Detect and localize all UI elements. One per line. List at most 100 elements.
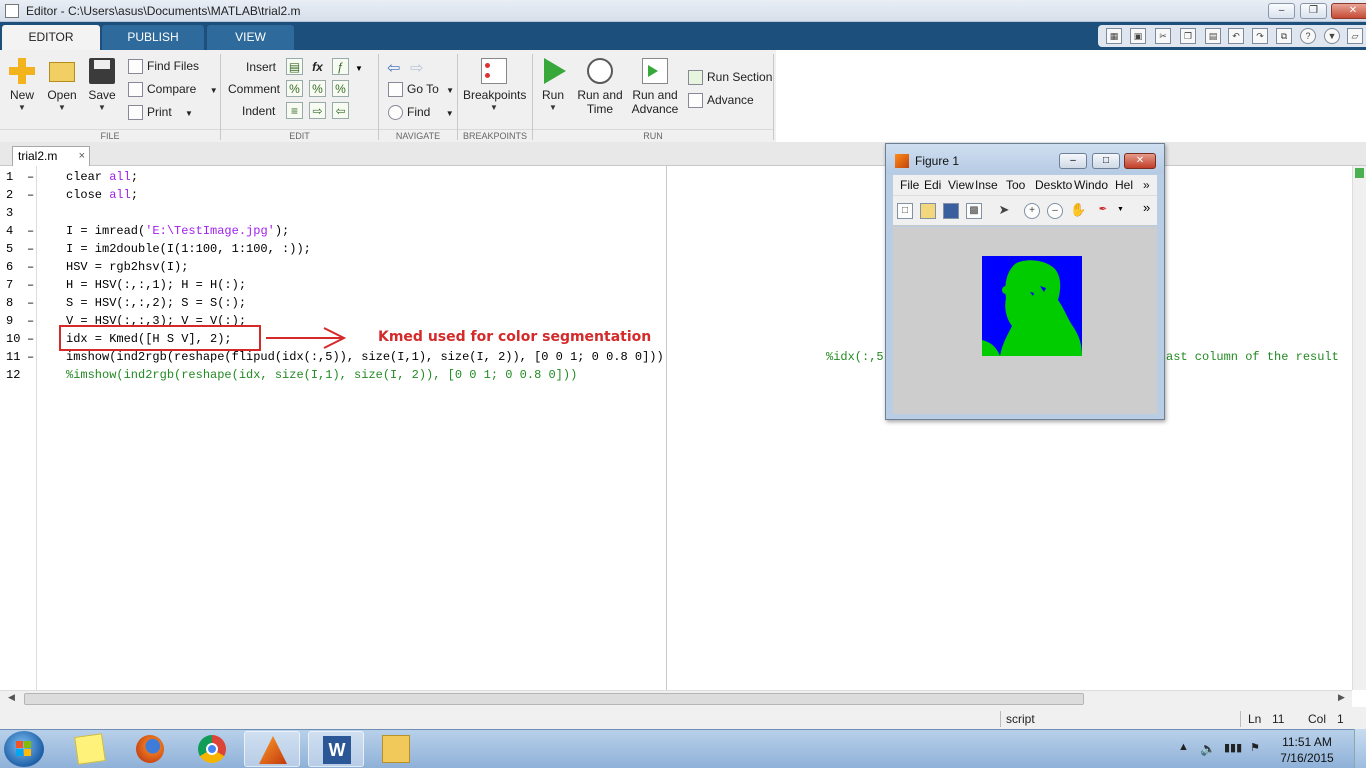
taskbar-matlab[interactable]	[244, 731, 300, 767]
save-icon[interactable]: ▣	[1130, 28, 1146, 44]
figure-canvas[interactable]	[893, 227, 1157, 414]
scroll-right-icon[interactable]: ▶	[1338, 692, 1345, 703]
minimize-button[interactable]: –	[1268, 3, 1295, 19]
data-brush-icon[interactable]: ✒	[1095, 203, 1111, 219]
run-and-advance-button[interactable]: Run and Advance	[630, 58, 680, 116]
chevron-down-icon[interactable]: ▼	[1117, 206, 1124, 213]
code-line-8[interactable]: S = HSV(:,:,2); S = S(:);	[66, 294, 246, 312]
new-figure-icon[interactable]: □	[897, 203, 913, 219]
taskbar-sticky-notes[interactable]	[62, 731, 118, 767]
figure-menu-help[interactable]: Hel	[1115, 178, 1133, 192]
code-line-12[interactable]: %imshow(ind2rgb(reshape(idx, size(I,1), …	[66, 366, 577, 384]
code-line-7[interactable]: H = HSV(:,:,1); H = H(:);	[66, 276, 246, 294]
show-hidden-icons[interactable]: ▲	[1178, 741, 1189, 753]
pointer-icon[interactable]: ➤	[996, 203, 1012, 219]
code-line-1[interactable]: clear all;	[66, 168, 138, 186]
redo-icon[interactable]: ↷	[1252, 28, 1268, 44]
system-clock[interactable]: 11:51 AM 7/16/2015	[1270, 734, 1344, 766]
figure-menu-edit[interactable]: Edi	[924, 178, 941, 192]
breakpoints-button[interactable]: Breakpoints ▼	[463, 58, 527, 112]
options-icon[interactable]: ▼	[1324, 28, 1340, 44]
run-section-button[interactable]: Run Section	[688, 67, 772, 87]
zoom-in-icon[interactable]: +	[1024, 203, 1040, 219]
code-analyzer-indicator[interactable]	[1355, 168, 1364, 178]
close-button[interactable]: ✕	[1331, 3, 1366, 19]
new-button[interactable]: New ▼	[6, 58, 38, 112]
figure-maximize-button[interactable]: □	[1092, 153, 1120, 169]
find-files-button[interactable]: Find Files	[128, 56, 199, 76]
network-icon[interactable]: ▮▮▮	[1224, 741, 1242, 754]
fx-icon[interactable]: fx	[309, 59, 326, 76]
action-center-icon[interactable]: ⚑	[1250, 741, 1260, 754]
volume-icon[interactable]: 🔈	[1200, 741, 1216, 757]
switch-windows-icon[interactable]: ⧉	[1276, 28, 1292, 44]
pan-hand-icon[interactable]: ✋	[1070, 203, 1086, 219]
figure-menu-view[interactable]: View	[948, 178, 974, 192]
back-arrow-icon[interactable]: ⇦	[387, 58, 400, 78]
code-line-2[interactable]: close all;	[66, 186, 138, 204]
layout-icon[interactable]: ▦	[1106, 28, 1122, 44]
forward-arrow-icon[interactable]: ⇨	[410, 58, 423, 78]
figure-menu-file[interactable]: File	[900, 178, 919, 192]
show-desktop-button[interactable]	[1354, 729, 1366, 768]
tab-editor[interactable]: EDITOR	[2, 25, 100, 50]
insert-function-icon[interactable]: ƒ	[332, 58, 349, 75]
help-icon[interactable]: ?	[1300, 28, 1316, 44]
uncomment-icon[interactable]: %	[309, 80, 326, 97]
insert-section-icon[interactable]: ▤	[286, 58, 303, 75]
zoom-out-icon[interactable]: –	[1047, 203, 1063, 219]
decrease-indent-icon[interactable]: ⇦	[332, 102, 349, 119]
open-button[interactable]: Open ▼	[46, 58, 78, 112]
code-line-4[interactable]: I = imread('E:\TestImage.jpg');	[66, 222, 289, 240]
print-button[interactable]: Print ▼	[128, 102, 193, 122]
figure-window[interactable]: Figure 1 – □ ✕ File Edi View Inse Too De…	[885, 143, 1165, 420]
document-tab-trial2[interactable]: trial2.m ×	[12, 146, 90, 166]
right-margin-line	[666, 166, 667, 690]
tab-view[interactable]: VIEW	[207, 25, 294, 50]
taskbar-firefox[interactable]	[122, 731, 178, 767]
code-line-5[interactable]: I = im2double(I(1:100, 1:100, :));	[66, 240, 311, 258]
figure-close-button[interactable]: ✕	[1124, 153, 1156, 169]
tab-publish[interactable]: PUBLISH	[102, 25, 204, 50]
wrap-comment-icon[interactable]: %	[332, 80, 349, 97]
toolbar-overflow-icon[interactable]: »	[1143, 200, 1150, 215]
save-button[interactable]: Save ▼	[86, 58, 118, 112]
figure-menu-tools[interactable]: Too	[1006, 178, 1025, 192]
start-button[interactable]	[4, 731, 44, 767]
figure-menu-insert[interactable]: Inse	[975, 178, 998, 192]
comment-icon[interactable]: %	[286, 80, 303, 97]
advance-button[interactable]: Advance	[688, 90, 754, 110]
compare-button[interactable]: Compare ▼	[128, 79, 218, 99]
word-icon: W	[323, 736, 351, 764]
scroll-left-icon[interactable]: ◀	[8, 692, 15, 703]
figure-minimize-button[interactable]: –	[1059, 153, 1087, 169]
horizontal-scroll-thumb[interactable]	[24, 693, 1084, 705]
chevron-down-icon[interactable]: ▼	[355, 64, 363, 73]
find-button[interactable]: Find ▼	[388, 102, 454, 122]
save-figure-icon[interactable]	[943, 203, 959, 219]
restore-button[interactable]: ❐	[1300, 3, 1327, 19]
paste-icon[interactable]: ▤	[1205, 28, 1221, 44]
go-to-button[interactable]: Go To ▼	[388, 79, 454, 99]
print-figure-icon[interactable]: ▩	[966, 203, 982, 219]
close-tab-icon[interactable]: ×	[79, 147, 85, 165]
undock-icon[interactable]: ▱	[1347, 28, 1363, 44]
run-and-time-button[interactable]: Run and Time	[576, 58, 624, 116]
figure-menu-window[interactable]: Windo	[1074, 178, 1108, 192]
breakpoints-label: Breakpoints	[463, 88, 527, 102]
figure-menu-desktop[interactable]: Deskto	[1035, 178, 1072, 192]
run-button[interactable]: Run ▼	[538, 58, 568, 112]
copy-icon[interactable]: ❐	[1180, 28, 1196, 44]
smart-indent-icon[interactable]: ≡	[286, 102, 303, 119]
undo-icon[interactable]: ↶	[1228, 28, 1244, 44]
taskbar-chrome[interactable]	[184, 731, 240, 767]
figure-title-bar[interactable]: Figure 1 – □ ✕	[886, 144, 1164, 174]
taskbar-word[interactable]: W	[308, 731, 364, 767]
increase-indent-icon[interactable]: ⇨	[309, 102, 326, 119]
open-file-icon[interactable]	[920, 203, 936, 219]
cut-icon[interactable]: ✂	[1155, 28, 1171, 44]
code-line-6[interactable]: HSV = rgb2hsv(I);	[66, 258, 188, 276]
figure-menu-more[interactable]: »	[1143, 178, 1150, 192]
taskbar-explorer[interactable]	[368, 731, 424, 767]
vertical-scrollbar[interactable]	[1352, 166, 1366, 690]
